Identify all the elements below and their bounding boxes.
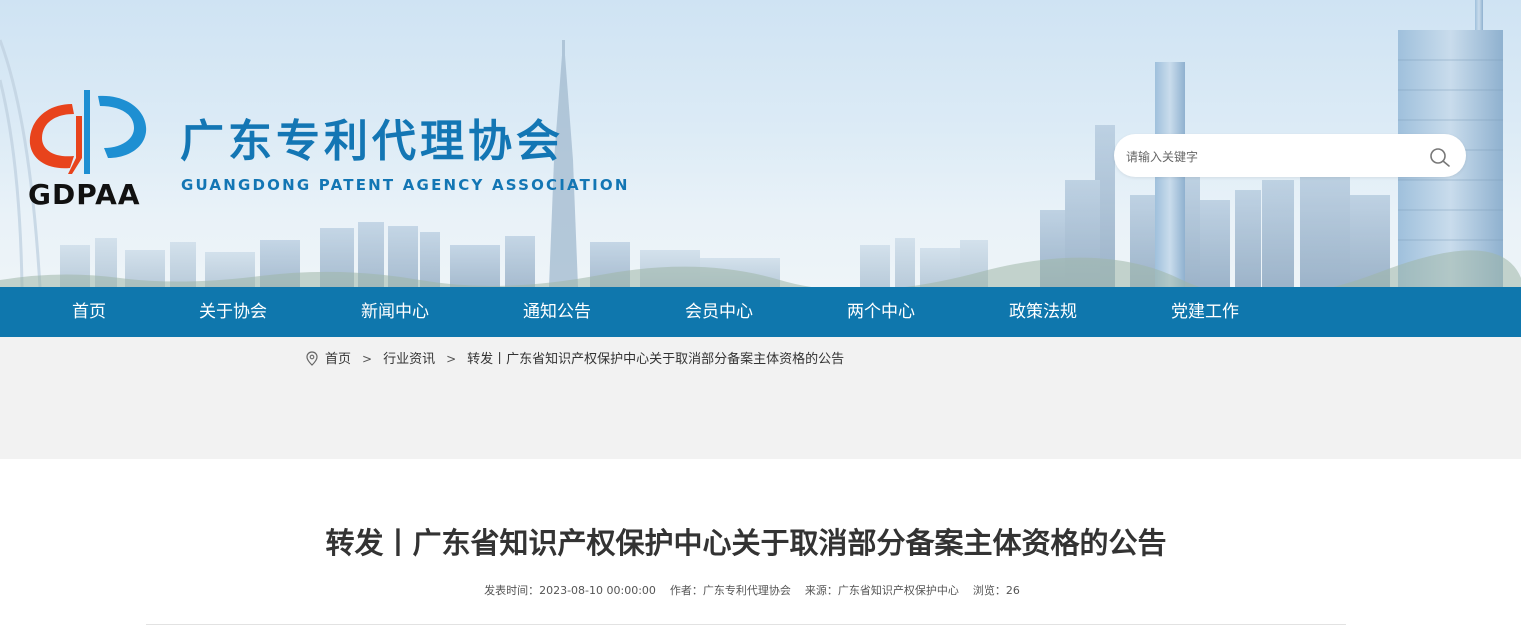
search-box <box>1114 134 1466 177</box>
nav-item-news[interactable]: 新闻中心 <box>350 287 440 337</box>
article-divider <box>146 624 1346 625</box>
association-logo[interactable]: GDPAA <box>24 86 154 212</box>
search-input[interactable] <box>1124 144 1418 170</box>
nav-item-home[interactable]: 首页 <box>55 287 123 337</box>
nav-item-members[interactable]: 会员中心 <box>674 287 764 337</box>
nav-item-about[interactable]: 关于协会 <box>188 287 278 337</box>
logo-abbreviation: GDPAA <box>28 178 141 211</box>
nav-item-policy[interactable]: 政策法规 <box>998 287 1088 337</box>
article-meta: 发表时间：2023-08-10 00:00:00 作者：广东专利代理协会 来源：广东… <box>0 582 1504 600</box>
nav-item-party-building[interactable]: 党建工作 <box>1160 287 1250 337</box>
breadcrumb-current[interactable]: 转发丨广东省知识产权保护中心关于取消部分备案主体资格的公告 <box>467 352 844 367</box>
gdpaa-logo-mark-icon <box>29 90 147 174</box>
site-subtitle: GUANGDONG PATENT AGENCY ASSOCIATION <box>181 176 630 194</box>
search-icon[interactable] <box>1428 146 1452 168</box>
views-label: 浏览： <box>972 584 1006 597</box>
author-label: 作者： <box>669 584 703 597</box>
views-value: 26 <box>1005 584 1020 597</box>
article-title: 转发丨广东省知识产权保护中心关于取消部分备案主体资格的公告 <box>325 526 1167 560</box>
breadcrumb-home[interactable]: 首页 <box>325 352 351 367</box>
nav-item-notices[interactable]: 通知公告 <box>512 287 602 337</box>
source-label: 来源： <box>804 584 838 597</box>
breadcrumb-industry-news[interactable]: 行业资讯 <box>383 352 435 367</box>
site-title[interactable]: 广东专利代理协会 <box>180 112 564 172</box>
nav-item-two-centers[interactable]: 两个中心 <box>836 287 926 337</box>
source-value: 广东省知识产权保护中心 <box>837 584 959 597</box>
publish-time-value: 2023-08-10 00:00:00 <box>539 584 656 597</box>
publish-time-label: 发表时间： <box>484 584 540 597</box>
breadcrumb: 首页 > 行业资讯 > 转发丨广东省知识产权保护中心关于取消部分备案主体资格的公告 <box>306 349 844 369</box>
breadcrumb-separator: > <box>446 352 457 366</box>
header-banner: GDPAA 广东专利代理协会 GUANGDONG PATENT AGENCY A… <box>0 0 1521 287</box>
breadcrumb-separator: > <box>362 352 373 366</box>
author-value: 广东专利代理协会 <box>702 584 791 597</box>
main-nav: 首页 关于协会 新闻中心 通知公告 会员中心 两个中心 政策法规 党建工作 <box>0 287 1521 337</box>
location-pin-icon <box>306 351 318 366</box>
